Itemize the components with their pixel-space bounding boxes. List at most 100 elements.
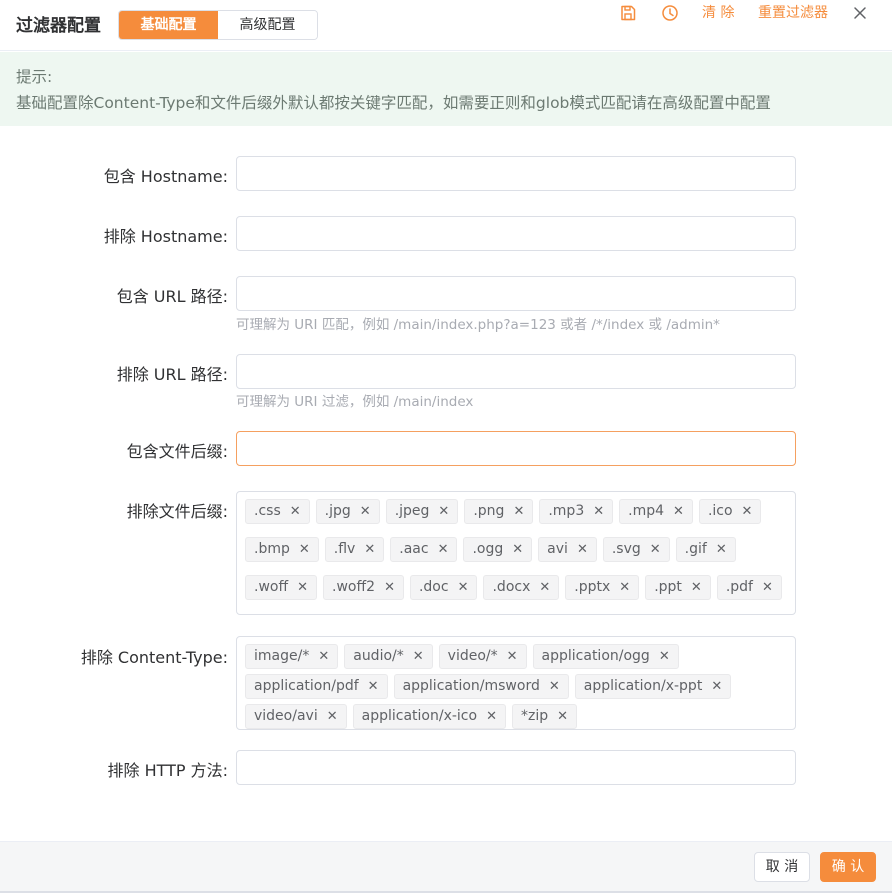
tag-label: video/* <box>447 647 498 664</box>
tag-remove-icon[interactable]: ✕ <box>364 543 375 556</box>
tag-chip: .docx ✕ <box>483 574 560 600</box>
tag-remove-icon[interactable]: ✕ <box>384 581 395 594</box>
include-hostname-label: 包含 Hostname: <box>103 167 228 186</box>
tag-remove-icon[interactable]: ✕ <box>711 680 722 693</box>
tag-chip: .mp4 ✕ <box>619 498 693 524</box>
tag-label: .mp4 <box>628 502 665 519</box>
filter-config-dialog: 过滤器配置 基础配置 高级配置 清 除 重置过滤器 提示: 基础配置除Conte… <box>0 0 892 893</box>
include-suffix-input[interactable] <box>236 431 796 466</box>
tag-chip: .woff ✕ <box>245 574 318 600</box>
tag-remove-icon[interactable]: ✕ <box>716 543 727 556</box>
dialog-header: 过滤器配置 基础配置 高级配置 清 除 重置过滤器 <box>0 0 892 51</box>
tag-chip: *zip ✕ <box>511 703 577 729</box>
tag-remove-icon[interactable]: ✕ <box>438 543 449 556</box>
confirm-button[interactable]: 确 认 <box>820 852 876 882</box>
dialog-title: 过滤器配置 <box>16 16 101 36</box>
tag-chip: .css ✕ <box>245 498 310 524</box>
include-url-hint: 可理解为 URI 匹配，例如 /main/index.php?a=123 或者 … <box>236 317 720 333</box>
save-icon[interactable] <box>615 0 641 26</box>
exclude-suffix-label: 排除文件后缀: <box>126 502 228 521</box>
tag-remove-icon[interactable]: ✕ <box>327 710 338 723</box>
dialog-footer: 取 消 确 认 <box>0 841 892 891</box>
tag-remove-icon[interactable]: ✕ <box>486 710 497 723</box>
tag-chip: application/msword ✕ <box>393 673 569 699</box>
tag-remove-icon[interactable]: ✕ <box>762 581 773 594</box>
tab-basic-config[interactable]: 基础配置 <box>119 11 218 39</box>
include-hostname-input[interactable] <box>236 156 796 191</box>
cancel-button[interactable]: 取 消 <box>754 852 810 882</box>
tag-label: application/x-ppt <box>583 677 703 694</box>
tag-label: video/avi <box>254 707 318 724</box>
reset-filter-button[interactable]: 重置过滤器 <box>758 0 828 26</box>
close-icon[interactable] <box>847 0 873 26</box>
include-url-input[interactable] <box>236 276 796 311</box>
tag-chip: .ppt ✕ <box>645 574 711 600</box>
tag-remove-icon[interactable]: ✕ <box>290 505 301 518</box>
tag-chip: .bmp ✕ <box>245 536 319 562</box>
tag-remove-icon[interactable]: ✕ <box>318 650 329 663</box>
tip-panel: 提示: 基础配置除Content-Type和文件后缀外默认都按关键字匹配，如需要… <box>0 52 892 126</box>
tag-remove-icon[interactable]: ✕ <box>650 543 661 556</box>
exclude-http-method-input[interactable] <box>236 750 796 785</box>
exclude-suffix-tag-input[interactable]: .css ✕ .jpg ✕ .jpeg ✕ .png ✕ .mp3 ✕ .mp4 ✕ .ico ✕ .bmp… <box>236 491 796 615</box>
tag-remove-icon[interactable]: ✕ <box>512 543 523 556</box>
tag-remove-icon[interactable]: ✕ <box>549 680 560 693</box>
tag-label: application/msword <box>402 677 540 694</box>
tag-remove-icon[interactable]: ✕ <box>438 505 449 518</box>
tag-remove-icon[interactable]: ✕ <box>458 581 469 594</box>
tag-chip: .jpg ✕ <box>315 498 380 524</box>
tag-label: .pdf <box>725 578 753 595</box>
clear-button[interactable]: 清 除 <box>702 0 734 26</box>
tag-label: .doc <box>418 578 449 595</box>
tag-remove-icon[interactable]: ✕ <box>619 581 630 594</box>
tag-remove-icon[interactable]: ✕ <box>299 543 310 556</box>
tag-chip: .aac ✕ <box>390 536 458 562</box>
tag-remove-icon[interactable]: ✕ <box>673 505 684 518</box>
tag-label: .gif <box>684 540 707 557</box>
tag-label: .mp3 <box>548 502 585 519</box>
tag-chip: .flv ✕ <box>324 536 385 562</box>
tag-label: .flv <box>333 540 356 557</box>
tag-remove-icon[interactable]: ✕ <box>593 505 604 518</box>
tag-remove-icon[interactable]: ✕ <box>691 581 702 594</box>
tag-label: audio/* <box>353 647 404 664</box>
tag-remove-icon[interactable]: ✕ <box>557 710 568 723</box>
tag-remove-icon[interactable]: ✕ <box>539 581 550 594</box>
tag-label: .ico <box>707 502 733 519</box>
tag-label: application/pdf <box>254 677 359 694</box>
tag-remove-icon[interactable]: ✕ <box>297 581 308 594</box>
tag-chip: .woff2 ✕ <box>323 574 404 600</box>
tag-chip: .pdf ✕ <box>716 574 782 600</box>
tag-label: *zip <box>520 707 549 724</box>
tag-chip: .png ✕ <box>464 498 534 524</box>
tag-label: .css <box>254 502 281 519</box>
mode-tabs: 基础配置 高级配置 <box>118 10 318 40</box>
clock-icon[interactable] <box>657 0 683 26</box>
tag-remove-icon[interactable]: ✕ <box>368 680 379 693</box>
tag-remove-icon[interactable]: ✕ <box>742 505 753 518</box>
exclude-http-method-label: 排除 HTTP 方法: <box>107 761 228 780</box>
include-suffix-label: 包含文件后缀: <box>126 442 228 461</box>
exclude-content-type-tag-input[interactable]: image/* ✕ audio/* ✕ video/* ✕ application/ogg ✕… <box>236 636 796 730</box>
exclude-hostname-input[interactable] <box>236 216 796 251</box>
tag-chip: .mp3 ✕ <box>539 498 614 524</box>
tag-label: .png <box>473 502 505 519</box>
tag-chip: video/avi ✕ <box>245 703 347 729</box>
tag-remove-icon[interactable]: ✕ <box>577 543 588 556</box>
tip-title: 提示: <box>16 68 53 86</box>
tag-remove-icon[interactable]: ✕ <box>659 650 670 663</box>
tag-remove-icon[interactable]: ✕ <box>413 650 424 663</box>
tag-label: .ppt <box>654 578 682 595</box>
tag-label: .jpeg <box>394 502 430 519</box>
tab-advanced-config[interactable]: 高级配置 <box>218 11 317 39</box>
include-url-label: 包含 URL 路径: <box>116 287 228 306</box>
tag-chip: .ico ✕ <box>698 498 762 524</box>
tag-remove-icon[interactable]: ✕ <box>507 650 518 663</box>
tag-chip: avi ✕ <box>538 536 597 562</box>
exclude-url-input[interactable] <box>236 354 796 389</box>
exclude-hostname-label: 排除 Hostname: <box>103 227 228 246</box>
tag-remove-icon[interactable]: ✕ <box>360 505 371 518</box>
tag-remove-icon[interactable]: ✕ <box>513 505 524 518</box>
tag-label: .bmp <box>254 540 290 557</box>
tag-chip: .gif ✕ <box>675 536 736 562</box>
